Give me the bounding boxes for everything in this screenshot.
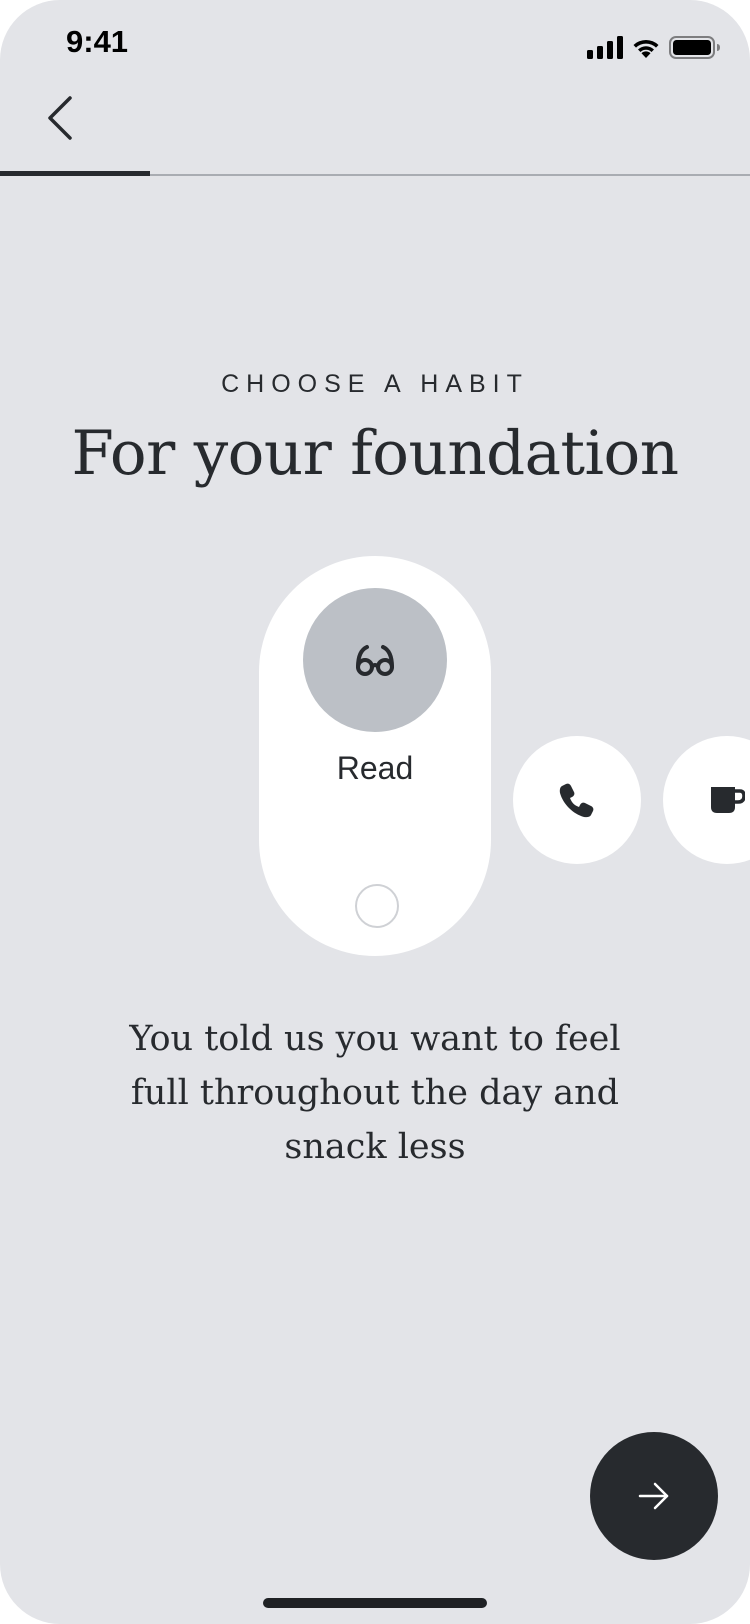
status-time: 9:41 — [66, 24, 129, 59]
cellular-signal-icon — [587, 36, 623, 59]
habit-option-phone[interactable] — [513, 736, 641, 864]
progress-fill — [0, 171, 150, 176]
coffee-cup-icon — [711, 787, 745, 813]
phone-icon — [559, 783, 594, 818]
arrow-right-icon — [638, 1482, 669, 1510]
home-indicator — [263, 1598, 487, 1608]
habit-select-radio[interactable] — [355, 884, 399, 928]
glasses-icon — [356, 645, 394, 676]
chevron-left-icon — [48, 96, 72, 140]
wifi-icon — [633, 39, 659, 58]
habit-selection-screen: 9:41 CHOOSE A HABIT For your foundation — [0, 0, 750, 1624]
habit-label: Read — [336, 750, 414, 786]
habit-option-coffee[interactable] — [663, 736, 750, 864]
next-button[interactable] — [590, 1432, 718, 1560]
habit-icon-circle — [303, 588, 447, 732]
status-icons — [587, 36, 720, 59]
habit-card-selected[interactable]: Read — [259, 556, 491, 956]
back-button[interactable] — [34, 88, 86, 148]
page-title: For your foundation — [71, 418, 679, 489]
battery-icon — [669, 36, 720, 59]
eyebrow-label: CHOOSE A HABIT — [221, 370, 529, 398]
habit-description: You told us you want to feel full throug… — [129, 1019, 621, 1167]
